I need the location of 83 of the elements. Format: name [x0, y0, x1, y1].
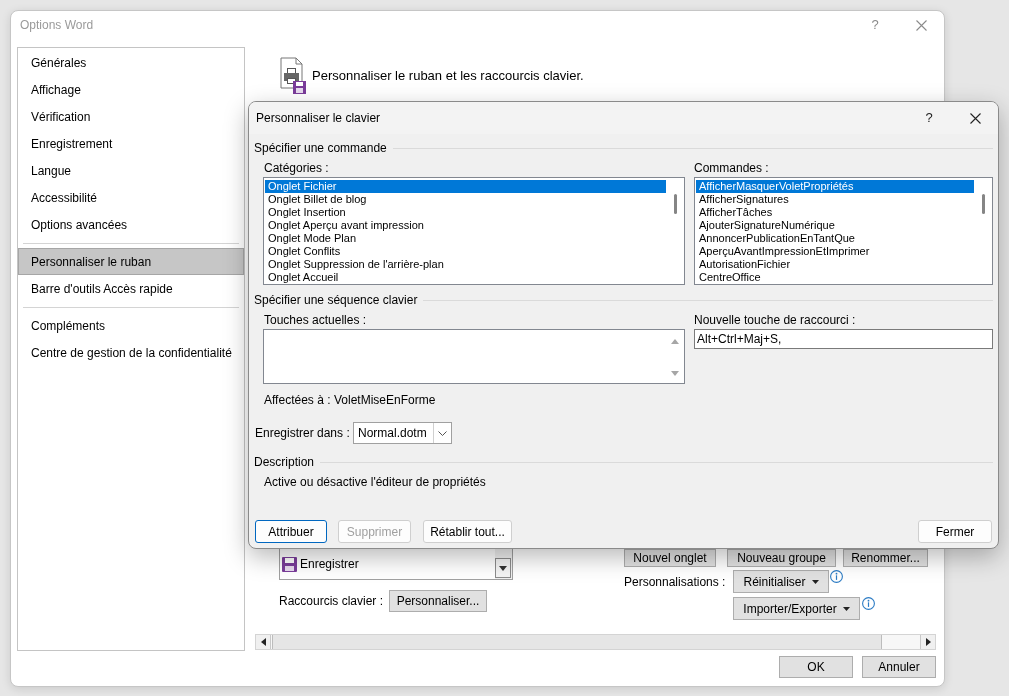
up-arrow-icon — [671, 339, 679, 344]
sidebar-item[interactable]: Compléments — [18, 312, 244, 339]
caret-down-icon — [811, 579, 819, 584]
info-icon — [862, 597, 875, 610]
sidebar-item[interactable]: Options avancées — [18, 211, 244, 238]
dialog-button[interactable]: Rétablir tout... — [423, 520, 512, 543]
list-item[interactable]: AjouterSignatureNumérique — [696, 219, 974, 232]
customize-button[interactable]: Personnaliser... — [389, 590, 487, 612]
sidebar-item[interactable]: Personnaliser le ruban — [18, 248, 244, 275]
list-item[interactable]: Enregistrer — [282, 556, 495, 572]
window-title: Options Word — [20, 17, 94, 34]
sidebar-item[interactable]: Enregistrement — [18, 130, 244, 157]
rename-button[interactable]: Renommer... — [843, 549, 928, 567]
sidebar-item[interactable]: Générales — [18, 49, 244, 76]
list-item[interactable]: Onglet Aperçu avant impression — [265, 219, 666, 232]
help-button[interactable]: ? — [852, 11, 898, 39]
shortcut-field[interactable]: Alt+Ctrl+Maj+S, — [694, 329, 993, 349]
scrollbar-thumb[interactable] — [272, 635, 882, 649]
down-triangle-icon — [499, 565, 507, 571]
caret-down-icon — [842, 606, 850, 611]
sidebar-item[interactable]: Centre de gestion de la confidentialité — [18, 339, 244, 366]
list-item[interactable]: Onglet Conflits — [265, 245, 666, 258]
left-triangle-icon — [260, 638, 266, 646]
sidebar-item[interactable]: Langue — [18, 157, 244, 184]
field-label: Catégories : — [263, 161, 330, 175]
sidebar-item[interactable]: Vérification — [18, 103, 244, 130]
section-heading: Spécifier une séquence clavier — [254, 292, 418, 308]
close-dialog-button[interactable]: Fermer — [918, 520, 992, 543]
sidebar-item[interactable]: Affichage — [18, 76, 244, 103]
down-arrow-icon — [671, 371, 679, 376]
right-triangle-icon — [925, 638, 931, 646]
commands-list[interactable]: AfficherMasquerVoletPropriétés AfficherSignatures AfficherTâches AjouterSignatureNumérique AnnoncerPublicationEnTantQue AperçuAvantImpressionEtImprimer AutorisationFichier CentreOffice — [694, 177, 993, 285]
scroll-left-button[interactable] — [256, 635, 271, 649]
new-group-button[interactable]: Nouveau groupe — [727, 549, 836, 567]
list-item[interactable]: AutorisationFichier — [696, 258, 974, 271]
scroll-down-button[interactable] — [495, 558, 511, 578]
section-heading: Spécifier une commande — [254, 140, 387, 156]
info-icon — [830, 570, 843, 583]
list-item[interactable]: Onglet Fichier — [265, 180, 666, 193]
field-label: Touches actuelles : — [263, 313, 368, 327]
reset-button[interactable]: Réinitialiser — [733, 570, 829, 593]
list-item[interactable]: Onglet Accueil — [265, 271, 666, 284]
list-item[interactable]: AfficherTâches — [696, 206, 974, 219]
list-item[interactable]: AperçuAvantImpressionEtImprimer — [696, 245, 974, 258]
new-tab-button[interactable]: Nouvel onglet — [624, 549, 716, 567]
section-heading: Description — [254, 454, 315, 470]
list-item[interactable]: AnnoncerPublicationEnTantQue — [696, 232, 974, 245]
customizations-label: Personnalisations : — [624, 573, 727, 591]
save-location-dropdown[interactable]: Normal.dotm — [353, 422, 452, 444]
import-export-button[interactable]: Importer/Exporter — [733, 597, 860, 620]
field-label: Nouvelle touche de raccourci : — [694, 313, 857, 327]
assigned-label: Affectées à : — [264, 392, 332, 409]
horizontal-scrollbar[interactable] — [255, 634, 936, 650]
description-text: Active ou désactive l'éditeur de propriétés — [264, 474, 486, 491]
close-icon — [915, 19, 927, 31]
document-printer-disk-icon — [280, 57, 307, 95]
dialog-button[interactable]: Attribuer — [255, 520, 327, 543]
list-item[interactable]: Onglet Mode Plan — [265, 232, 666, 245]
scroll-right-button[interactable] — [920, 635, 935, 649]
help-button[interactable]: ? — [906, 102, 952, 134]
ribbon-commands-list[interactable]: Enregistrer — [279, 549, 513, 580]
chevron-down-icon — [438, 430, 447, 436]
list-item[interactable]: AfficherSignatures — [696, 193, 974, 206]
list-item[interactable]: Onglet Suppression de l'arrière-plan — [265, 258, 666, 271]
current-keys-field[interactable] — [263, 329, 685, 384]
shortcuts-label: Raccourcis clavier : — [279, 593, 385, 610]
field-label: Commandes : — [694, 161, 770, 175]
scrollbar-thumb[interactable] — [673, 194, 677, 214]
sidebar-item[interactable]: Barre d'outils Accès rapide — [18, 275, 244, 302]
save-in-label: Enregistrer dans : — [255, 425, 351, 442]
assigned-value: VoletMiseEnForme — [334, 392, 436, 409]
list-item[interactable]: AfficherMasquerVoletPropriétés — [696, 180, 974, 193]
sidebar-item[interactable]: Accessibilité — [18, 184, 244, 211]
list-item[interactable]: CentreOffice — [696, 271, 974, 284]
dialog-title: Personnaliser le clavier — [256, 110, 381, 127]
dialog-button[interactable]: OK — [779, 656, 853, 678]
list-item[interactable]: Onglet Billet de blog — [265, 193, 666, 206]
list-item[interactable]: Onglet Insertion — [265, 206, 666, 219]
page-heading: Personnaliser le ruban et les raccourcis clavier. — [312, 67, 584, 86]
scrollbar-thumb[interactable] — [981, 194, 985, 214]
dialog-button[interactable]: Annuler — [862, 656, 936, 678]
close-icon — [969, 112, 981, 124]
categories-list[interactable]: Onglet Fichier Onglet Billet de blog Onglet Insertion Onglet Aperçu avant impression Onglet Mode Plan Onglet Conflits Onglet Suppression de l'arrière-plan Onglet Accueil — [263, 177, 685, 285]
